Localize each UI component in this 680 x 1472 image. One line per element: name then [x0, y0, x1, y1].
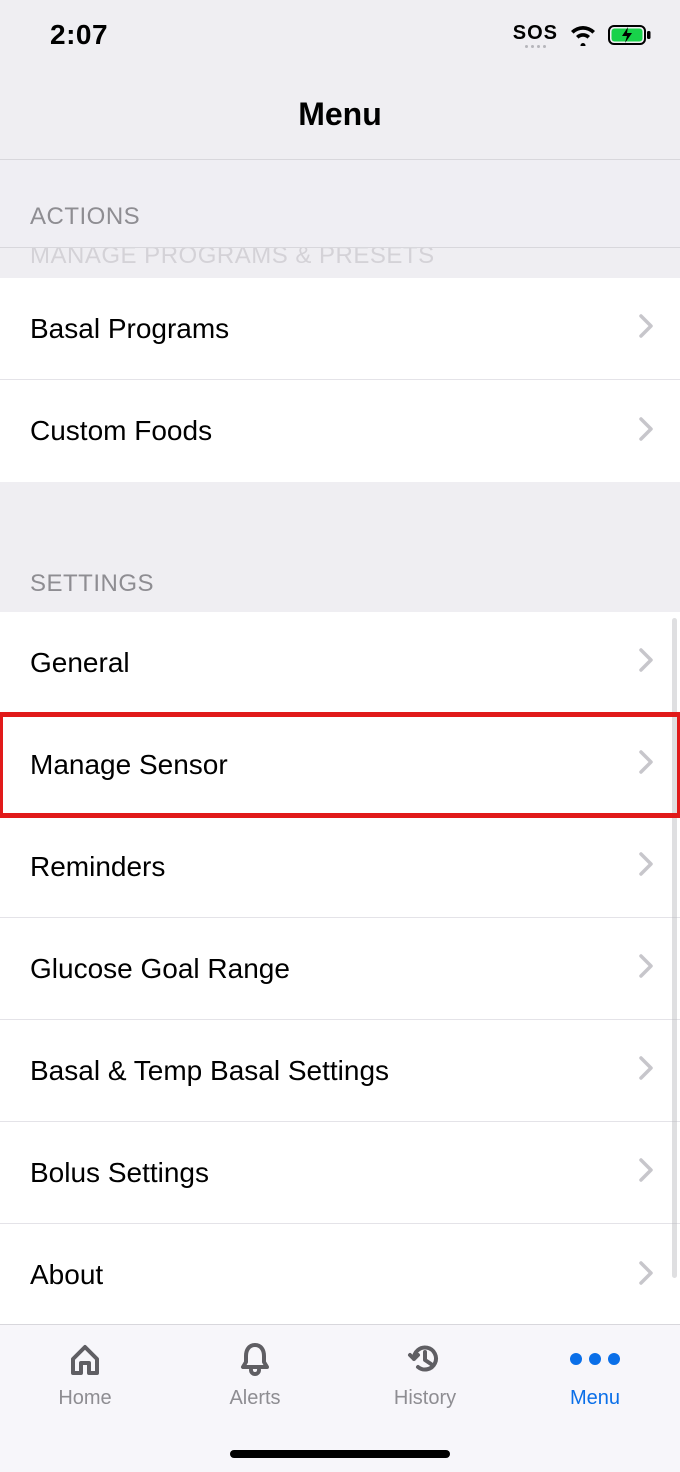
row-basal-temp-settings[interactable]: Basal & Temp Basal Settings	[0, 1020, 680, 1122]
row-general[interactable]: General	[0, 612, 680, 714]
tab-label: Home	[58, 1387, 111, 1410]
chevron-right-icon	[638, 749, 654, 780]
row-label: Manage Sensor	[30, 749, 228, 781]
row-label: Reminders	[30, 851, 165, 883]
chevron-right-icon	[638, 647, 654, 678]
tab-home[interactable]: Home	[0, 1325, 170, 1472]
row-label: Bolus Settings	[30, 1157, 209, 1189]
status-icons: SOS	[513, 23, 652, 48]
tab-label: Menu	[570, 1387, 620, 1410]
wifi-icon	[568, 24, 598, 46]
section-header-actions-label: ACTIONS	[30, 203, 140, 231]
sos-indicator: SOS	[513, 23, 558, 48]
chevron-right-icon	[638, 851, 654, 882]
settings-list: General Manage Sensor Reminders Glucose …	[0, 612, 680, 1326]
chevron-right-icon	[638, 1157, 654, 1188]
row-label: Glucose Goal Range	[30, 953, 290, 985]
status-time: 2:07	[50, 19, 108, 51]
row-label: Basal & Temp Basal Settings	[30, 1055, 389, 1087]
home-indicator[interactable]	[230, 1450, 450, 1458]
section-header-actions: ACTIONS	[0, 160, 680, 248]
section-header-settings: SETTINGS	[0, 522, 680, 612]
tab-label: Alerts	[229, 1387, 280, 1410]
row-label: Basal Programs	[30, 313, 229, 345]
chevron-right-icon	[638, 1260, 654, 1291]
sos-text: SOS	[513, 23, 558, 43]
page-title: Menu	[298, 96, 382, 133]
row-glucose-goal-range[interactable]: Glucose Goal Range	[0, 918, 680, 1020]
chevron-right-icon	[638, 953, 654, 984]
chevron-right-icon	[638, 416, 654, 447]
section-header-settings-label: SETTINGS	[30, 570, 154, 598]
programs-list: Basal Programs Custom Foods	[0, 278, 680, 482]
bell-icon	[235, 1339, 275, 1379]
content-scroll[interactable]: Basal Programs Custom Foods SETTINGS Gen…	[0, 248, 680, 1324]
tab-menu[interactable]: Menu	[510, 1325, 680, 1472]
row-about[interactable]: About	[0, 1224, 680, 1326]
row-label: About	[30, 1259, 103, 1291]
row-basal-programs[interactable]: Basal Programs	[0, 278, 680, 380]
more-icon	[570, 1339, 620, 1379]
row-custom-foods[interactable]: Custom Foods	[0, 380, 680, 482]
row-bolus-settings[interactable]: Bolus Settings	[0, 1122, 680, 1224]
tab-label: History	[394, 1387, 456, 1410]
nav-bar: Menu	[0, 70, 680, 160]
status-bar: 2:07 SOS	[0, 0, 680, 70]
history-icon	[405, 1339, 445, 1379]
row-reminders[interactable]: Reminders	[0, 816, 680, 918]
home-icon	[65, 1339, 105, 1379]
battery-charging-icon	[608, 24, 652, 46]
row-label: Custom Foods	[30, 415, 212, 447]
tab-bar: Home Alerts History Menu	[0, 1324, 680, 1472]
chevron-right-icon	[638, 1055, 654, 1086]
row-manage-sensor[interactable]: Manage Sensor	[0, 714, 680, 816]
chevron-right-icon	[638, 313, 654, 344]
row-label: General	[30, 647, 130, 679]
